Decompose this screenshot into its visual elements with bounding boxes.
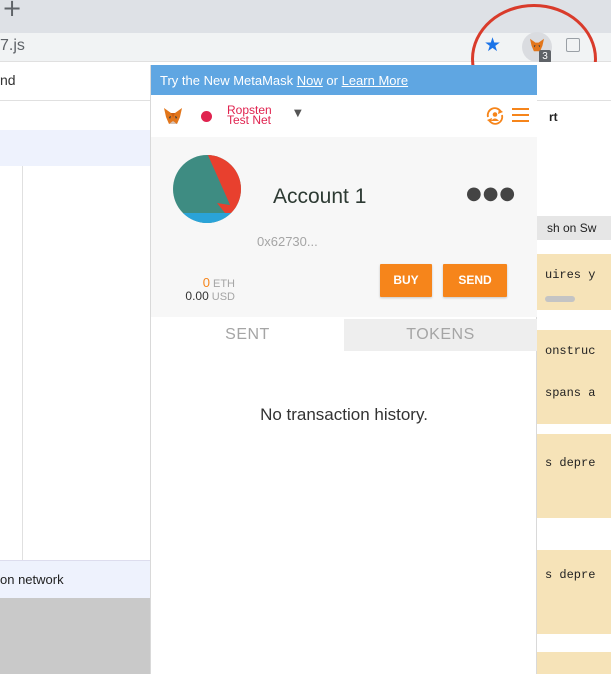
divider [22,166,23,560]
network-row[interactable]: on network [0,560,150,599]
buy-button[interactable]: BUY [380,264,432,297]
eth-balance: 0 ETH [151,275,235,290]
background-page-left: nd on network [0,62,150,674]
code-line: spans a [545,386,596,400]
gray-panel [0,598,150,674]
code-block: s depre [537,550,611,634]
usd-unit: USD [211,291,235,303]
code-line: uires y [545,268,596,282]
account-address[interactable]: 0x62730... [257,234,318,249]
page-header: nd [0,62,150,101]
code-block [537,652,611,674]
banner-now-link[interactable]: Now [297,73,323,88]
hamburger-menu-icon[interactable] [512,108,529,123]
switch-bar[interactable]: sh on Sw [537,216,611,240]
identicon [173,155,241,223]
banner-text: Try the New MetaMask Now or Learn More [160,73,408,88]
banner-middle: or [322,73,342,88]
scrollbar[interactable] [545,296,575,302]
usd-balance: 0.00 USD [151,289,235,303]
eth-balance-value: 0 [202,275,210,290]
code-block: s depre [537,434,611,518]
new-tab-icon[interactable]: + [2,0,22,22]
page-header: rt [537,102,611,132]
code-line: onstruc [545,344,596,358]
more-options-icon[interactable]: ●●● [466,183,516,204]
banner-prefix: Try the New MetaMask [160,73,297,88]
code-block: onstruc spans a [537,330,611,424]
tab-tokens[interactable]: TOKENS [344,319,537,351]
network-text: on network [0,572,64,587]
code-line: s depre [545,568,596,582]
tab-sent[interactable]: SENT [151,319,344,351]
background-page-right: rt sh on Sw uires y onstruc spans a s de… [537,62,611,674]
header-text: nd [0,72,16,88]
usd-balance-value: 0.00 [185,289,209,303]
switch-text: sh on Sw [547,221,597,235]
top-bar: Ropsten Test Net ▼ [151,95,537,137]
divider [537,100,611,101]
banner-learn-more-link[interactable]: Learn More [342,73,408,88]
selected-row[interactable] [0,130,150,166]
account-panel: Account 1 ●●● 0x62730... 0 ETH 0.00 USD BU… [151,137,537,317]
upgrade-banner: Try the New MetaMask Now or Learn More [151,65,537,95]
url-text[interactable]: 7.js [0,37,25,55]
code-line: s depre [545,456,596,470]
tab-bar: SENT TOKENS [151,319,537,351]
account-switch-icon[interactable] [484,105,506,127]
network-status-dot[interactable] [201,111,212,122]
header-text: rt [549,110,558,124]
metamask-fox-icon [164,108,182,124]
account-name[interactable]: Account 1 [273,185,366,209]
metamask-popup: Try the New MetaMask Now or Learn More R… [150,65,537,674]
send-button[interactable]: SEND [443,264,507,297]
chevron-down-icon[interactable]: ▼ [294,108,302,119]
empty-history-message: No transaction history. [260,405,428,424]
network-selector[interactable]: Ropsten Test Net [227,104,287,126]
